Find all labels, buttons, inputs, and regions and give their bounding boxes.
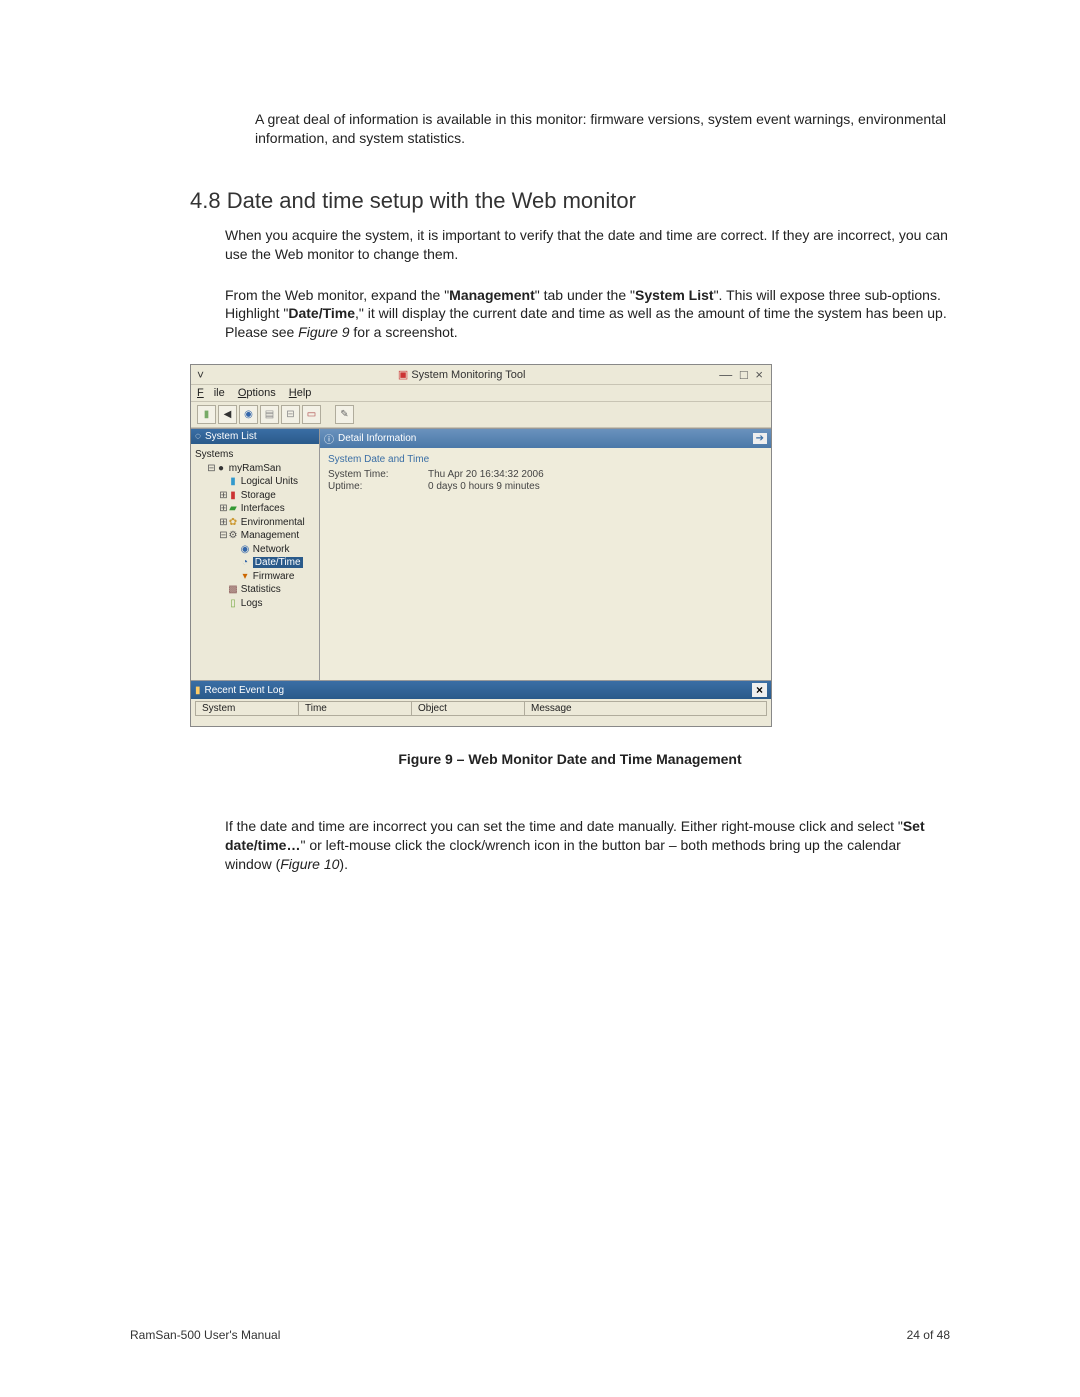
toolbar-button-globe-icon[interactable]: ◉ <box>239 405 258 424</box>
window-controls: — □ × <box>719 367 765 382</box>
tree-myramsan[interactable]: ⊟● myRamSan ▮ Logical Units ⊞▮ Storage ⊞… <box>207 462 315 611</box>
uptime-label: Uptime: <box>328 481 428 492</box>
titlebar-chevron-icon[interactable]: ˅ <box>197 368 204 382</box>
col-system[interactable]: System <box>196 702 299 715</box>
tree-systems[interactable]: Systems ⊟● myRamSan ▮ Logical Units ⊞▮ S… <box>195 448 315 610</box>
tree-interfaces[interactable]: ⊞▰ Interfaces <box>219 502 315 516</box>
detail-arrow-button[interactable]: ➔ <box>753 433 767 444</box>
app-icon: ▣ <box>398 369 408 381</box>
bold-management: Management <box>449 287 535 303</box>
menu-options[interactable]: Options <box>238 387 276 399</box>
close-button[interactable]: × <box>755 367 765 382</box>
toolbar-button-4[interactable]: ▤ <box>260 405 279 424</box>
toolbar-button-1[interactable]: ▮ <box>197 405 216 424</box>
paragraph-1: When you acquire the system, it is impor… <box>190 226 950 264</box>
menu-file[interactable]: File <box>197 387 225 399</box>
section-number: 4.8 <box>190 188 221 213</box>
event-log-columns: System Time Object Message <box>195 701 767 716</box>
event-log-close-button[interactable]: × <box>752 683 767 697</box>
minimize-button[interactable]: — <box>719 367 734 382</box>
text: ). <box>339 856 348 872</box>
figure-ref-10: Figure 10 <box>280 856 339 872</box>
text: " tab under the " <box>535 287 635 303</box>
bold-datetime: Date/Time <box>288 305 355 321</box>
tree-environmental[interactable]: ⊞✿ Environmental <box>219 516 315 530</box>
event-log-title: Recent Event Log <box>205 685 285 696</box>
figure-caption: Figure 9 – Web Monitor Date and Time Man… <box>190 751 950 767</box>
text: From the Web monitor, expand the " <box>225 287 449 303</box>
system-date-time-title: System Date and Time <box>328 454 763 465</box>
system-time-value: Thu Apr 20 16:34:32 2006 <box>428 469 544 480</box>
system-time-label: System Time: <box>328 469 428 480</box>
toolbar: ▮ ◀ ◉ ▤ ⊟ ▭ ✎ <box>191 401 771 428</box>
event-log-header: ▮ Recent Event Log × <box>191 681 771 699</box>
toolbar-button-6[interactable]: ▭ <box>302 405 321 424</box>
tree-storage[interactable]: ⊞▮ Storage <box>219 489 315 503</box>
footer-right: 24 of 48 <box>907 1328 950 1342</box>
tree-datetime[interactable]: ◔ Date/Time <box>231 556 315 570</box>
toolbar-button-wrench-icon[interactable]: ✎ <box>335 405 354 424</box>
tree-management[interactable]: ⊟⚙ Management ◉ Network ◔ Date/Time ▾ Fi… <box>219 529 315 583</box>
window-title: ▣ System Monitoring Tool <box>204 368 719 381</box>
system-list-title: System List <box>205 431 257 442</box>
paragraph-3: If the date and time are incorrect you c… <box>190 817 950 874</box>
uptime-value: 0 days 0 hours 9 minutes <box>428 481 540 492</box>
system-list-icon: ◌ <box>195 431 201 442</box>
screenshot-window: ˅ ▣ System Monitoring Tool — □ × File Op… <box>190 364 772 727</box>
bold-systemlist: System List <box>635 287 714 303</box>
tree-logical-units[interactable]: ▮ Logical Units <box>219 475 315 489</box>
tree-firmware[interactable]: ▾ Firmware <box>231 570 315 584</box>
intro-paragraph: A great deal of information is available… <box>190 110 950 148</box>
text: for a screenshot. <box>350 324 458 340</box>
detail-header: ⓘ Detail Information ➔ <box>320 429 771 448</box>
col-time[interactable]: Time <box>299 702 412 715</box>
event-log-icon: ▮ <box>195 685 201 696</box>
maximize-button[interactable]: □ <box>740 367 750 382</box>
menu-help[interactable]: Help <box>289 387 312 399</box>
detail-header-title: Detail Information <box>338 433 416 444</box>
page-footer: RamSan-500 User's Manual 24 of 48 <box>130 1328 950 1342</box>
col-object[interactable]: Object <box>412 702 525 715</box>
paragraph-2: From the Web monitor, expand the "Manage… <box>190 286 950 343</box>
detail-body: System Date and Time System Time: Thu Ap… <box>320 448 771 680</box>
toolbar-button-2[interactable]: ◀ <box>218 405 237 424</box>
tree-network[interactable]: ◉ Network <box>231 543 315 557</box>
system-tree: Systems ⊟● myRamSan ▮ Logical Units ⊞▮ S… <box>191 444 319 614</box>
section-heading: 4.8 Date and time setup with the Web mon… <box>190 188 950 214</box>
window-title-text: System Monitoring Tool <box>411 369 525 381</box>
section-title: Date and time setup with the Web monitor <box>227 188 636 213</box>
tree-logs[interactable]: ▯ Logs <box>219 597 315 611</box>
info-icon: ⓘ <box>324 431 334 446</box>
text: If the date and time are incorrect you c… <box>225 818 903 834</box>
col-message[interactable]: Message <box>525 702 766 715</box>
system-list-header: ◌ System List <box>191 429 319 444</box>
figure-ref: Figure 9 <box>298 324 349 340</box>
footer-left: RamSan-500 User's Manual <box>130 1328 280 1342</box>
window-titlebar: ˅ ▣ System Monitoring Tool — □ × <box>191 365 771 385</box>
menubar: File Options Help <box>191 385 771 401</box>
tree-statistics[interactable]: ▩ Statistics <box>219 583 315 597</box>
toolbar-button-5[interactable]: ⊟ <box>281 405 300 424</box>
